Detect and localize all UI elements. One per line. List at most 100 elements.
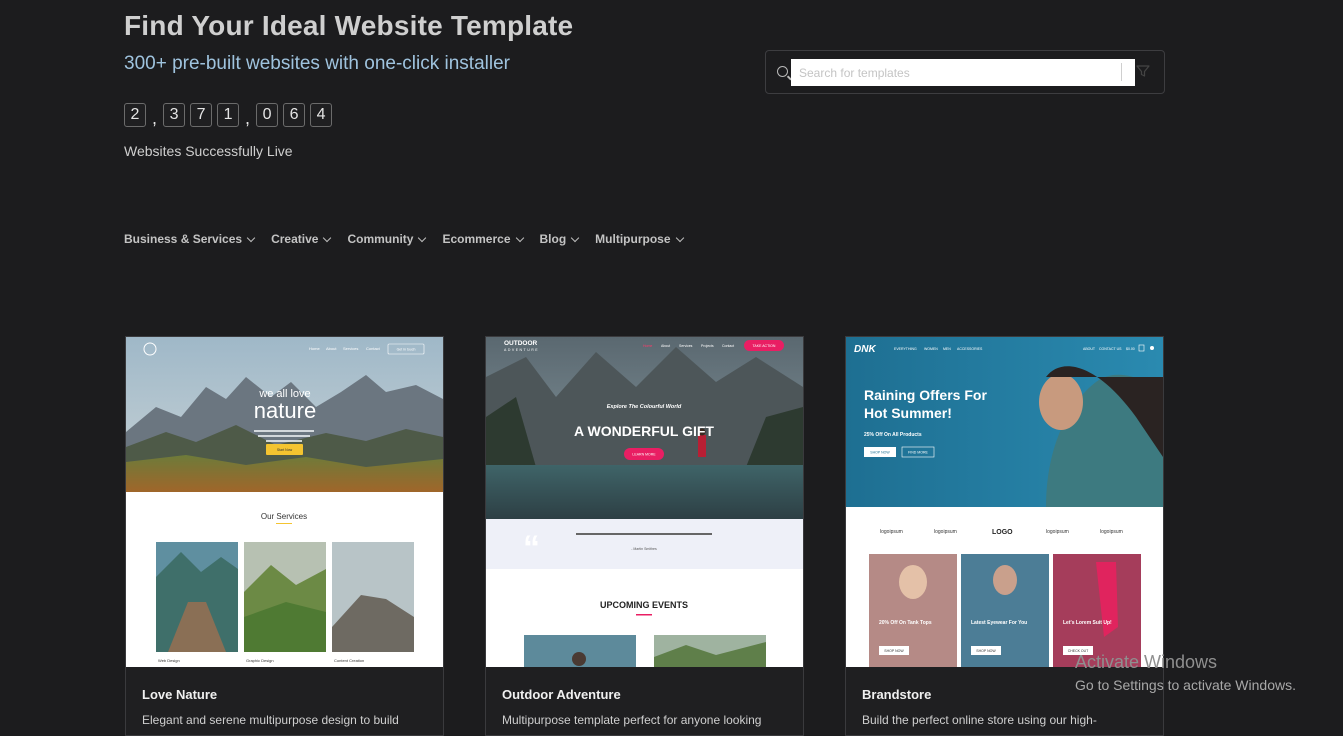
preview-text-line: [258, 435, 310, 437]
preview-nav-item: Home: [643, 344, 652, 348]
preview-nav-item: MEN: [943, 347, 951, 351]
template-title[interactable]: Love Nature: [142, 687, 217, 702]
category-creative[interactable]: Creative: [271, 232, 332, 246]
preview-item-label: Graphic Design: [246, 658, 274, 663]
search-icon: [777, 66, 788, 77]
preview-secondary-label: FIND MORE: [908, 451, 928, 455]
preview-logo: OUTDOOR: [504, 340, 538, 347]
chevron-down-icon: [418, 233, 427, 242]
template-preview[interactable]: DNK EVERYTHING WOMEN MEN ACCESSORIES ABO…: [846, 337, 1163, 667]
user-icon: [1150, 346, 1154, 350]
chevron-down-icon: [246, 233, 256, 242]
preview-item-label: Content Creation: [334, 658, 364, 663]
windows-activation-subtitle: Go to Settings to activate Windows.: [1075, 677, 1296, 693]
quote-icon: “: [523, 529, 540, 567]
preview-title-underline: [276, 523, 292, 524]
preview-headline-big: nature: [254, 398, 316, 423]
partner-logo: LOGO: [992, 529, 1013, 536]
category-multipurpose[interactable]: Multipurpose: [595, 232, 684, 246]
preview-cart-total: $0.00: [1126, 347, 1135, 351]
preview-nav-item: Home: [309, 346, 320, 351]
preview-kicker: Explore The Colourful World: [607, 404, 682, 410]
template-description: Build the perfect online store using our…: [862, 713, 1097, 727]
preview-section-title: UPCOMING EVENTS: [600, 600, 688, 610]
counter-digit: 2: [124, 103, 146, 127]
category-label: Creative: [271, 232, 319, 246]
counter-digit: 1: [217, 103, 240, 127]
partner-logo: logoipsum: [1046, 529, 1069, 535]
filter-icon[interactable]: [1136, 64, 1150, 78]
template-card-outdoor-adventure[interactable]: OUTDOOR ADVENTURE Home About Services Pr…: [485, 336, 804, 736]
counter-separator: ,: [152, 108, 158, 128]
preview-quote-line: [576, 533, 712, 535]
search-divider: [1121, 63, 1122, 81]
preview-nav-item: CONTACT US: [1099, 347, 1122, 351]
preview-product-button-label: SHOP NOW: [884, 649, 904, 653]
counter-digit: 4: [310, 103, 333, 127]
page-subtitle: 300+ pre-built websites with one-click i…: [124, 53, 510, 74]
template-title[interactable]: Brandstore: [862, 687, 931, 702]
live-sites-counter: 2 , 3 7 1 , 0 6 4: [124, 103, 333, 128]
partner-logo: logoipsum: [1100, 529, 1123, 535]
category-label: Community: [347, 232, 414, 246]
category-label: Ecommerce: [442, 232, 511, 246]
preview-cta-label: SHOP NOW: [870, 451, 890, 455]
preview-quote-author: - Martin Smithes: [631, 547, 657, 551]
preview-nav-button-label: Get in touch: [397, 348, 416, 352]
preview-nav-item: EVERYTHING: [894, 347, 917, 351]
partner-logo: logoipsum: [934, 529, 957, 535]
page-title: Find Your Ideal Website Template: [124, 10, 574, 41]
category-ecommerce[interactable]: Ecommerce: [442, 232, 524, 246]
preview-product-title: Let's Lorem Suit Up!: [1063, 620, 1112, 626]
template-card-brandstore[interactable]: DNK EVERYTHING WOMEN MEN ACCESSORIES ABO…: [845, 336, 1164, 736]
preview-item-label: Web Design: [158, 658, 180, 663]
counter-digit: 6: [283, 103, 306, 127]
preview-title-underline: [636, 614, 652, 616]
preview-section-title: Our Services: [261, 512, 307, 521]
preview-nav-item: About: [661, 344, 670, 348]
template-preview[interactable]: OUTDOOR ADVENTURE Home About Services Pr…: [486, 337, 803, 667]
chevron-down-icon: [675, 233, 684, 242]
preview-cta-label: LEARN MORE: [632, 453, 656, 457]
preview-product-title: Latest Eyewear For You: [971, 620, 1027, 626]
chevron-down-icon: [570, 233, 580, 242]
preview-product-title: 20% Off On Tank Tops: [879, 620, 932, 626]
preview-nav-button-label: TAKE ACTION: [753, 344, 776, 348]
preview-nav-item: WOMEN: [924, 347, 938, 351]
preview-text-line: [254, 430, 314, 432]
preview-nav-item: About: [326, 346, 337, 351]
preview-headline: Raining Offers For: [864, 387, 987, 403]
category-label: Business & Services: [124, 232, 243, 246]
template-description: Elegant and serene multipurpose design t…: [142, 713, 399, 727]
preview-nav-item: Contact: [722, 344, 734, 348]
template-card-love-nature[interactable]: Home About Services Contact Get in touch…: [125, 336, 444, 736]
chevron-down-icon: [515, 233, 524, 242]
category-label: Blog: [539, 232, 567, 246]
counter-digit: 3: [163, 103, 186, 127]
counter-digit: 0: [256, 103, 279, 127]
category-business-services[interactable]: Business & Services: [124, 232, 256, 246]
preview-headline: A WONDERFUL GIFT: [574, 423, 714, 439]
template-description: Multipurpose template perfect for anyone…: [502, 713, 762, 727]
preview-product-button-label: SHOP NOW: [976, 649, 996, 653]
counter-label: Websites Successfully Live: [124, 143, 293, 159]
category-nav: Business & Services Creative Community E…: [124, 232, 684, 246]
windows-activation-title: Activate Windows: [1075, 652, 1218, 672]
preview-nav-item: ABOUT: [1083, 347, 1096, 351]
preview-logo-sub: ADVENTURE: [504, 348, 539, 352]
search-input[interactable]: [791, 59, 1135, 86]
preview-nav-item: Services: [679, 344, 693, 348]
preview-text-line: [266, 440, 302, 442]
chevron-down-icon: [323, 233, 332, 242]
preview-nav-item: Contact: [366, 346, 381, 351]
category-blog[interactable]: Blog: [539, 232, 580, 246]
template-preview[interactable]: Home About Services Contact Get in touch…: [126, 337, 443, 667]
preview-cta-label: Start Now: [277, 448, 293, 452]
partner-logo: logoipsum: [880, 529, 903, 535]
search-bar: [765, 50, 1165, 94]
counter-separator: ,: [245, 108, 251, 128]
preview-logo: DNK: [854, 344, 876, 355]
category-community[interactable]: Community: [347, 232, 427, 246]
preview-headline: Hot Summer!: [864, 405, 952, 421]
template-title[interactable]: Outdoor Adventure: [502, 687, 621, 702]
